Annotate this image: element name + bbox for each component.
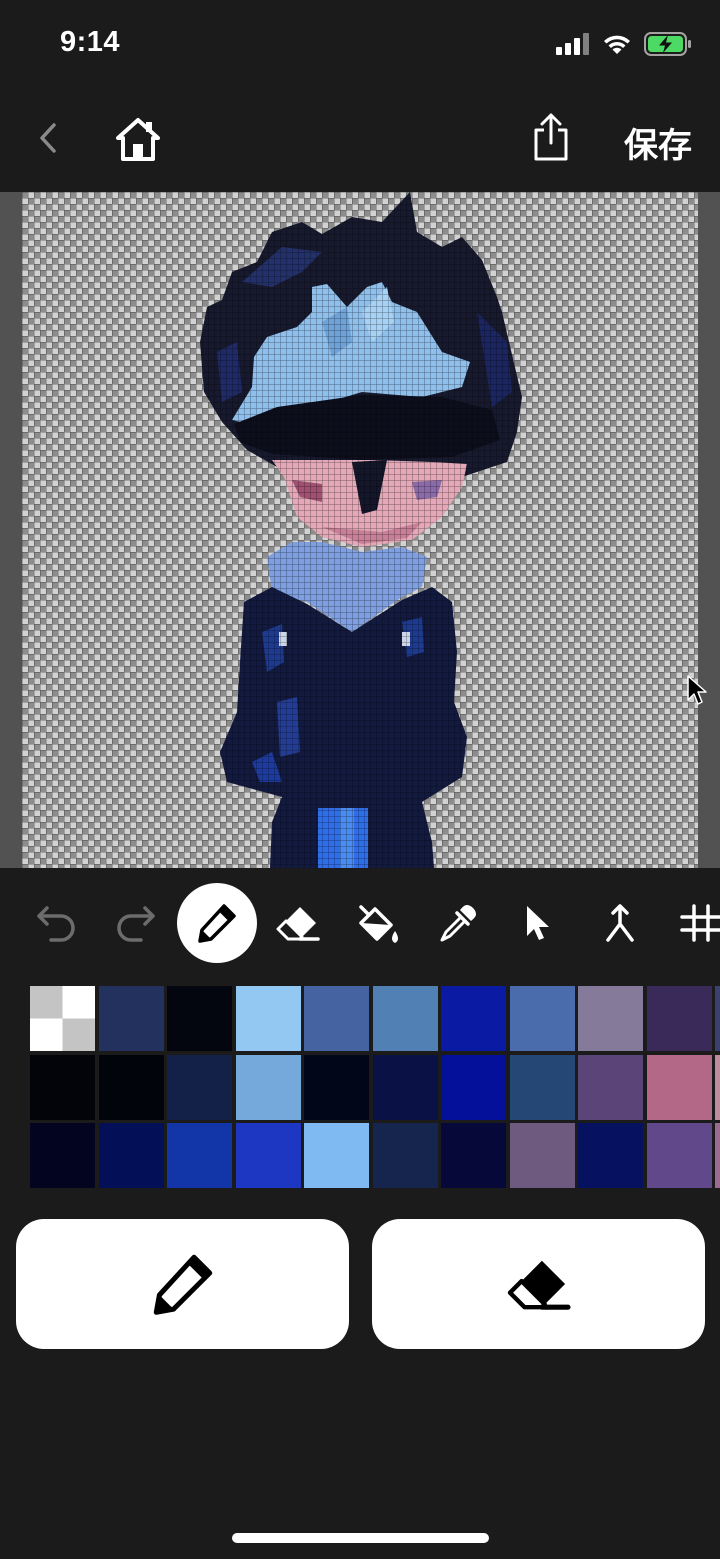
select-tool-button[interactable]: [498, 883, 578, 963]
pencil-icon: [153, 1254, 212, 1315]
palette-swatch[interactable]: [646, 1123, 712, 1188]
grid-toggle-button[interactable]: [660, 883, 720, 963]
merge-tool-button[interactable]: [580, 883, 660, 963]
pencil-tool-button[interactable]: [177, 883, 257, 963]
palette-swatch[interactable]: [30, 1054, 95, 1120]
palette-swatch[interactable]: [167, 986, 232, 1051]
status-time: 9:14: [60, 26, 121, 58]
palette-swatch[interactable]: [304, 1123, 369, 1188]
pencil-icon: [198, 904, 236, 943]
drawing-canvas-area: [0, 192, 720, 868]
grid-icon: [680, 904, 720, 942]
palette-swatch[interactable]: [30, 1123, 95, 1188]
home-button[interactable]: [112, 114, 164, 164]
palette-swatch[interactable]: [646, 986, 712, 1051]
cursor-pointer-icon: [687, 675, 707, 705]
palette-swatch[interactable]: [441, 1054, 506, 1120]
share-button[interactable]: [528, 110, 574, 164]
battery-charging-icon: [644, 32, 691, 56]
undo-icon: [37, 906, 75, 942]
navigation-bar: [0, 92, 720, 192]
eraser-tool-button[interactable]: [258, 883, 338, 963]
palette-swatch[interactable]: [98, 1054, 164, 1120]
back-button[interactable]: [30, 116, 66, 160]
eraser-icon: [276, 907, 320, 941]
palette-swatch[interactable]: [509, 1123, 575, 1188]
palette-swatch[interactable]: [372, 1123, 438, 1188]
status-bar: 9:14: [0, 0, 720, 90]
palette-swatch[interactable]: [235, 1054, 301, 1120]
palette-swatch[interactable]: [715, 1054, 720, 1120]
palette-swatch[interactable]: [98, 986, 164, 1051]
palette-swatch[interactable]: [98, 1123, 164, 1188]
palette-swatch[interactable]: [441, 1123, 506, 1188]
palette-swatch[interactable]: [235, 986, 301, 1051]
palette-swatch[interactable]: [235, 1123, 301, 1188]
chevron-left-icon: [40, 123, 56, 153]
palette-swatch[interactable]: [578, 1054, 643, 1120]
palette-swatch[interactable]: [304, 1054, 369, 1120]
palette-swatch[interactable]: [167, 1054, 232, 1120]
paint-bucket-icon: [359, 905, 398, 943]
palette-swatch[interactable]: [509, 986, 575, 1051]
palette-swatch-transparent[interactable]: [30, 986, 95, 1051]
palette-swatch[interactable]: [715, 1123, 720, 1188]
save-button[interactable]: 保存: [624, 118, 692, 167]
wifi-icon: [604, 35, 630, 54]
palette-swatch[interactable]: [509, 1054, 575, 1120]
palette-swatch[interactable]: [578, 1123, 643, 1188]
pixel-canvas[interactable]: [22, 192, 698, 868]
palette-swatch[interactable]: [646, 1054, 712, 1120]
eraser-icon: [507, 1260, 571, 1310]
palette-swatch[interactable]: [372, 1054, 438, 1120]
merge-icon: [606, 904, 634, 942]
eyedropper-tool-button[interactable]: [418, 883, 498, 963]
status-icons: [556, 32, 692, 56]
palette-swatch[interactable]: [715, 986, 720, 1051]
share-icon: [534, 113, 568, 161]
eyedropper-icon: [440, 905, 476, 942]
cellular-signal-icon: [556, 33, 589, 55]
palette-swatch[interactable]: [372, 986, 438, 1051]
select-pointer-icon: [527, 906, 549, 940]
tool-bar: [0, 880, 720, 970]
home-indicator: [232, 1533, 489, 1543]
redo-icon: [117, 906, 155, 942]
palette-swatch[interactable]: [167, 1123, 232, 1188]
paint-bucket-tool-button[interactable]: [338, 883, 418, 963]
eraser-mode-button[interactable]: [372, 1219, 705, 1349]
redo-button[interactable]: [96, 883, 176, 963]
palette-swatch[interactable]: [304, 986, 369, 1051]
pencil-mode-button[interactable]: [16, 1219, 349, 1349]
color-palette: [30, 986, 720, 1190]
undo-button[interactable]: [16, 883, 96, 963]
home-icon: [116, 118, 160, 161]
palette-swatch[interactable]: [441, 986, 506, 1051]
palette-swatch[interactable]: [578, 986, 643, 1051]
